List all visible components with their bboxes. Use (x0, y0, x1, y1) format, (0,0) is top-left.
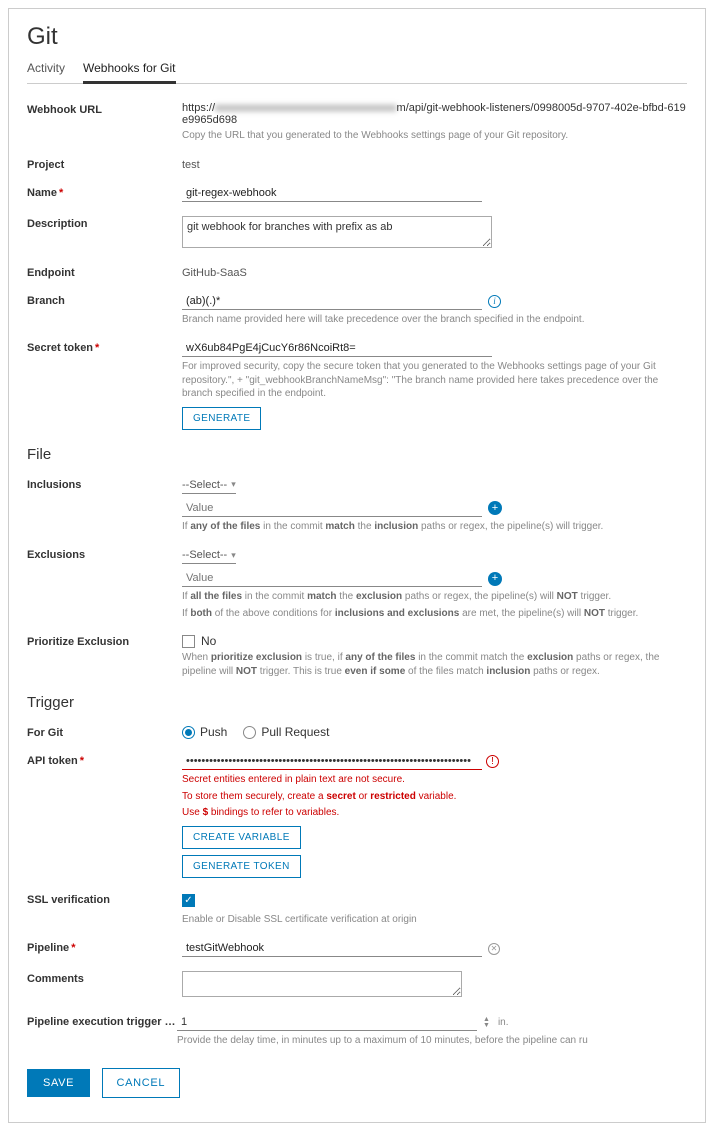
secret-token-help: For improved security, copy the secure t… (182, 360, 687, 401)
exclusions-select[interactable]: --Select--▾ (182, 549, 236, 564)
inclusions-value-input[interactable] (182, 500, 482, 517)
prioritize-no-label: No (201, 634, 216, 648)
exclusions-help1: If all the files in the commit match the… (182, 590, 687, 604)
plus-icon[interactable]: + (488, 572, 502, 586)
name-label: Name* (27, 185, 182, 199)
delay-spinner[interactable]: ▲▼ (483, 1017, 490, 1029)
ssl-label: SSL verification (27, 892, 182, 906)
delay-unit: in. (498, 1017, 509, 1028)
info-icon[interactable]: i (488, 295, 501, 308)
branch-help: Branch name provided here will take prec… (182, 313, 687, 327)
page-title: Git (27, 23, 687, 51)
prioritize-label: Prioritize Exclusion (27, 634, 182, 648)
tabs: Activity Webhooks for Git (27, 61, 687, 84)
ssl-help: Enable or Disable SSL certificate verifi… (182, 913, 687, 927)
for-git-label: For Git (27, 725, 182, 739)
tab-activity[interactable]: Activity (27, 61, 65, 83)
trigger-section-title: Trigger (27, 694, 687, 711)
prioritize-help: When prioritize exclusion is true, if an… (182, 651, 687, 678)
inclusions-help: If any of the files in the commit match … (182, 520, 687, 534)
exclusions-value-input[interactable] (182, 570, 482, 587)
create-variable-button[interactable]: CREATE VARIABLE (182, 826, 301, 849)
plus-icon[interactable]: + (488, 501, 502, 515)
endpoint-value: GitHub-SaaS (182, 267, 247, 279)
chevron-down-icon: ▾ (231, 479, 236, 490)
ssl-checkbox[interactable]: ✓ (182, 894, 195, 907)
api-token-input[interactable] (182, 753, 482, 770)
clear-icon[interactable]: ✕ (488, 943, 500, 955)
comments-label: Comments (27, 971, 182, 985)
endpoint-label: Endpoint (27, 265, 182, 279)
secret-token-input[interactable] (182, 340, 492, 357)
api-token-label: API token* (27, 753, 182, 767)
chevron-down-icon[interactable]: ▼ (483, 1023, 490, 1029)
webhook-url-help: Copy the URL that you generated to the W… (182, 129, 687, 143)
chevron-down-icon: ▾ (231, 550, 236, 561)
radio-pull-request[interactable]: Pull Request (243, 725, 329, 739)
inclusions-select[interactable]: --Select--▾ (182, 479, 236, 494)
pipeline-input[interactable] (182, 940, 482, 957)
warning-icon[interactable]: ! (486, 755, 499, 768)
secret-token-label: Secret token* (27, 340, 182, 354)
delay-label: Pipeline execution trigger d... (27, 1014, 177, 1028)
name-input[interactable] (182, 185, 482, 202)
prioritize-checkbox[interactable] (182, 635, 195, 648)
description-label: Description (27, 216, 182, 230)
pipeline-label: Pipeline* (27, 940, 182, 954)
api-token-warn3: Use $ bindings to refer to variables. (182, 806, 687, 820)
branch-input[interactable] (182, 293, 482, 310)
inclusions-label: Inclusions (27, 477, 182, 491)
radio-push[interactable]: Push (182, 725, 227, 739)
api-token-warn2: To store them securely, create a secret … (182, 790, 687, 804)
webhook-url-label: Webhook URL (27, 102, 182, 116)
description-textarea[interactable]: git webhook for branches with prefix as … (182, 216, 492, 248)
generate-token-button[interactable]: GENERATE TOKEN (182, 855, 301, 878)
api-token-warn1: Secret entities entered in plain text ar… (182, 773, 687, 787)
tab-webhooks[interactable]: Webhooks for Git (83, 61, 175, 84)
comments-textarea[interactable] (182, 971, 462, 997)
delay-input[interactable] (177, 1014, 477, 1031)
delay-help: Provide the delay time, in minutes up to… (177, 1034, 687, 1048)
cancel-button[interactable]: CANCEL (102, 1068, 181, 1098)
file-section-title: File (27, 446, 687, 463)
branch-label: Branch (27, 293, 182, 307)
exclusions-help2: If both of the above conditions for incl… (182, 607, 687, 621)
generate-button[interactable]: GENERATE (182, 407, 261, 430)
exclusions-label: Exclusions (27, 547, 182, 561)
project-value: test (182, 159, 200, 171)
save-button[interactable]: SAVE (27, 1069, 90, 1097)
project-label: Project (27, 157, 182, 171)
webhook-url-value: https://xxxxxxxxxxxxxxxxxxxxxxxxxxxxxxxx… (182, 102, 687, 126)
